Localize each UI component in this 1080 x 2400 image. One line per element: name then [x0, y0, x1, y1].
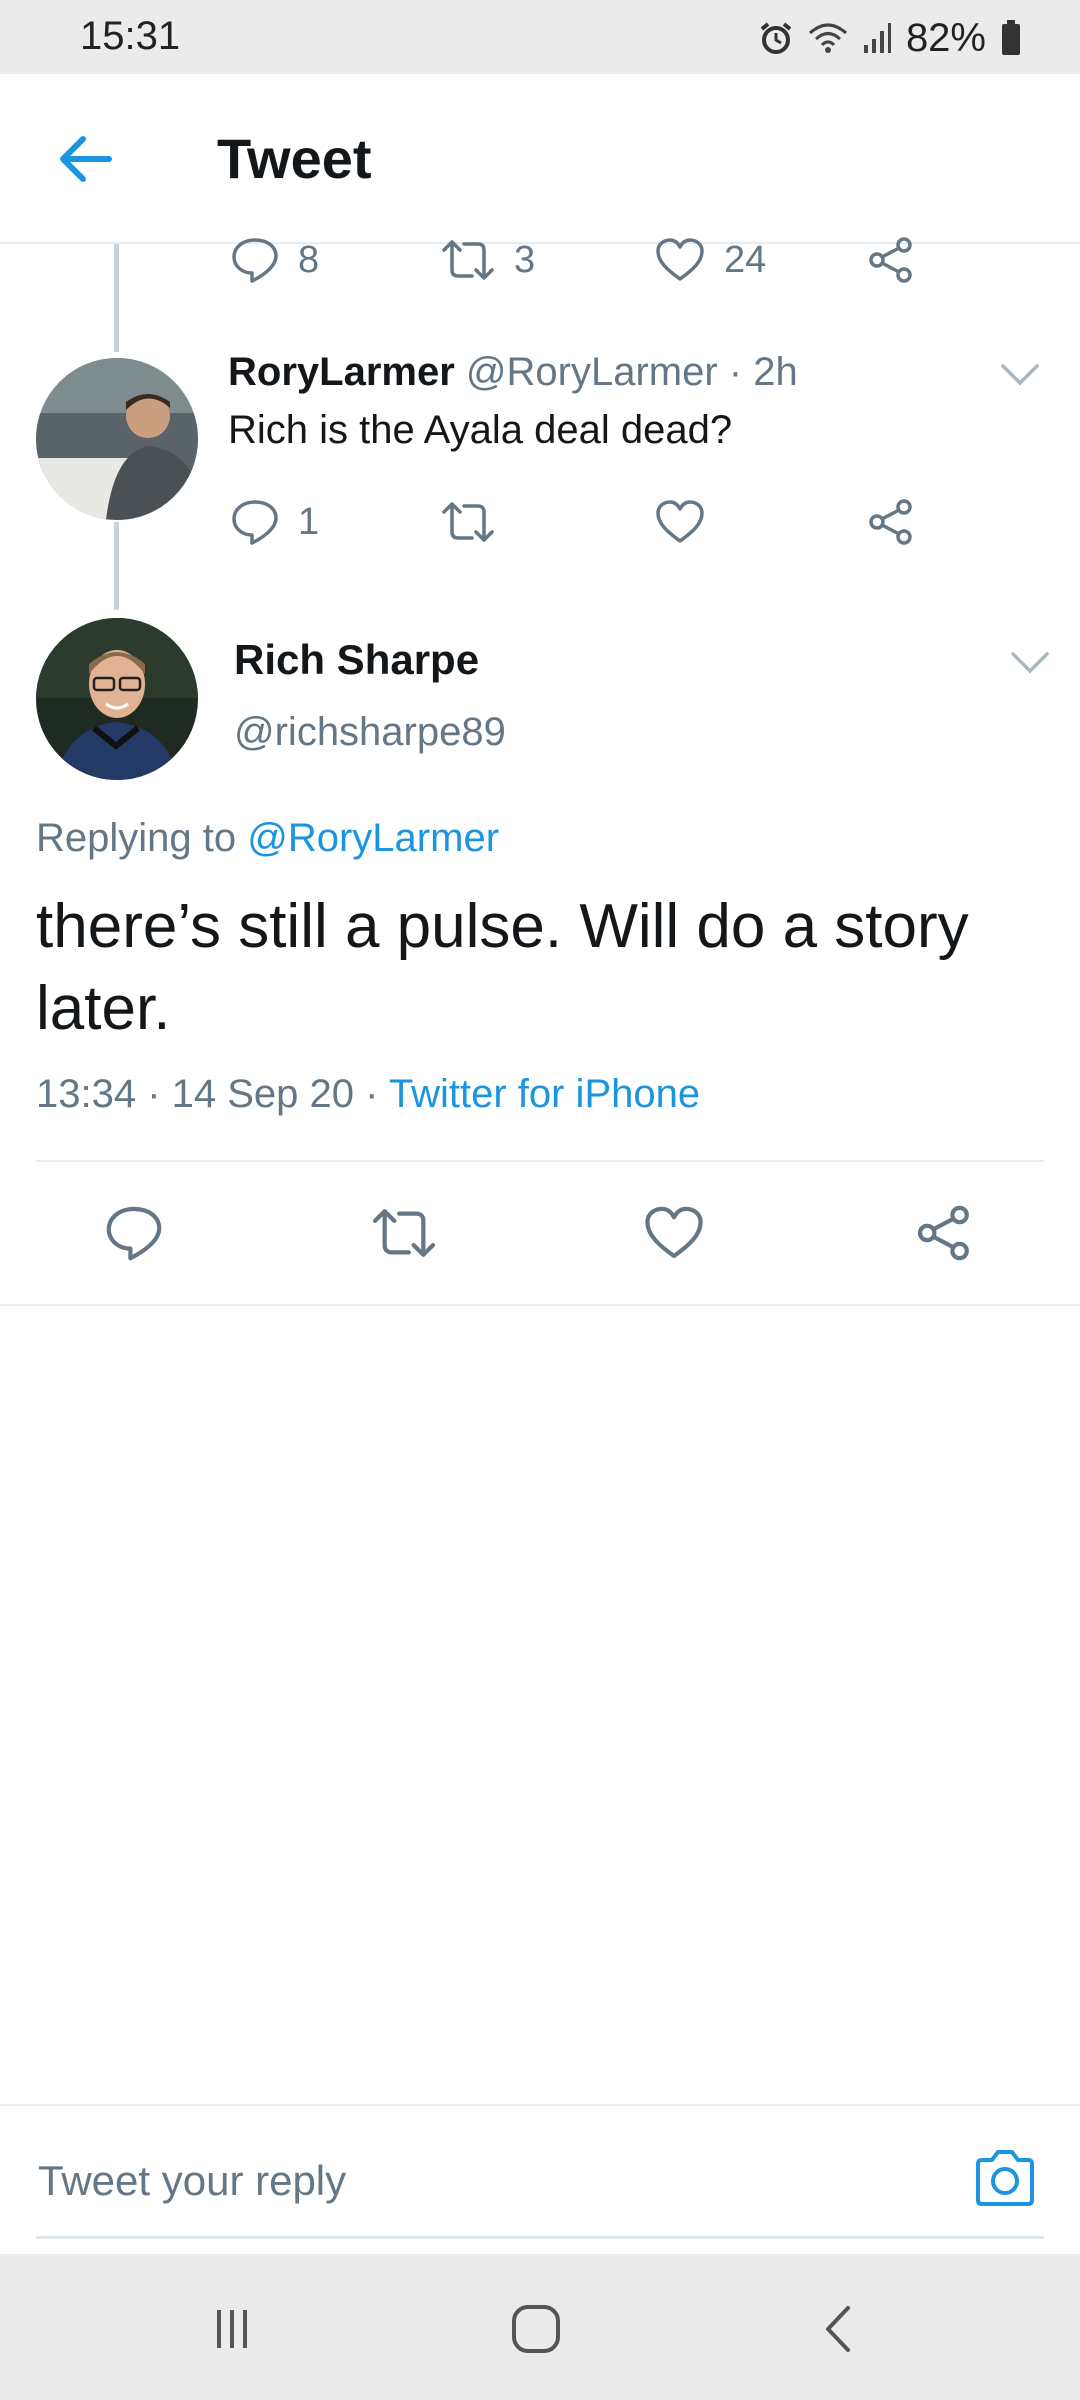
tweet-text: Rich is the Ayala deal dead? [228, 408, 733, 452]
reply-input[interactable] [36, 2140, 940, 2222]
author-handle[interactable]: @RoryLarmer [466, 350, 718, 394]
signal-icon [862, 21, 892, 55]
replying-to-link[interactable]: @RoryLarmer [247, 816, 499, 860]
tweet-timestamp: 13:34 · 14 Sep 20 · [36, 1072, 379, 1116]
camera-icon [976, 2150, 1034, 2206]
previous-tweet-actions: 8 3 24 [230, 236, 930, 292]
back-button[interactable] [50, 124, 120, 194]
recent-apps-button[interactable] [192, 2294, 272, 2364]
like-icon [656, 500, 704, 543]
alarm-icon [758, 20, 794, 56]
share-icon [869, 499, 912, 545]
back-nav-button[interactable] [798, 2294, 878, 2364]
status-time: 15:31 [80, 14, 181, 58]
tweet-time: · 2h [728, 350, 798, 394]
avatar-image [36, 358, 198, 520]
replying-to: Replying to @RoryLarmer [36, 816, 499, 861]
like-button[interactable] [642, 1204, 706, 1262]
retweet-icon [442, 240, 494, 280]
replying-prefix: Replying to [36, 816, 237, 860]
battery-percent: 82% [905, 15, 986, 60]
thread-line [114, 522, 119, 610]
reply-button[interactable] [104, 1204, 164, 1262]
reply-count: 8 [298, 238, 320, 281]
like-button[interactable] [654, 498, 706, 546]
chevron-down-icon [1001, 364, 1039, 386]
reply-icon [232, 500, 278, 545]
recent-apps-icon [217, 2310, 247, 2348]
chevron-down-icon [1011, 652, 1049, 674]
avatar[interactable] [36, 618, 198, 780]
reply-button[interactable]: 1 [230, 498, 319, 546]
back-arrow-icon [60, 136, 112, 182]
camera-button[interactable] [972, 2148, 1042, 2218]
share-button[interactable] [866, 498, 916, 546]
like-button[interactable]: 24 [654, 236, 766, 284]
divider [36, 1160, 1044, 1162]
page-title: Tweet [217, 127, 372, 190]
like-count: 24 [724, 238, 767, 281]
reply-button[interactable]: 8 [230, 236, 319, 284]
like-icon [656, 238, 704, 281]
thread-line [114, 244, 119, 352]
retweet-button[interactable]: 3 [440, 236, 535, 284]
reply-count: 1 [298, 500, 320, 543]
reply-tweet-actions: 1 [230, 498, 930, 554]
home-icon [512, 2305, 560, 2353]
tweet-menu-button[interactable] [1000, 362, 1040, 393]
retweet-count: 3 [514, 238, 536, 281]
reply-icon [232, 238, 278, 283]
share-button[interactable] [866, 236, 916, 284]
share-button[interactable] [914, 1204, 974, 1262]
home-button[interactable] [496, 2294, 576, 2364]
back-nav-icon [826, 2306, 850, 2352]
avatar-image [36, 618, 198, 780]
reply-input-underline [36, 2236, 1044, 2239]
share-icon [917, 1205, 969, 1261]
divider [0, 1304, 1080, 1306]
status-icons: 82% [758, 14, 1022, 62]
share-icon [869, 237, 912, 283]
retweet-icon [372, 1209, 436, 1257]
tweet-meta: 13:34 · 14 Sep 20 · Twitter for iPhone [36, 1072, 700, 1117]
author-name[interactable]: RoryLarmer [228, 350, 455, 394]
reply-icon [106, 1206, 162, 1261]
avatar[interactable] [36, 358, 198, 520]
battery-icon [1000, 20, 1022, 56]
retweet-button[interactable] [370, 1204, 438, 1262]
author-handle[interactable]: @richsharpe89 [234, 710, 506, 755]
wifi-icon [808, 21, 848, 55]
tweet-source[interactable]: Twitter for iPhone [389, 1072, 700, 1116]
author-name[interactable]: Rich Sharpe [234, 636, 479, 684]
retweet-button[interactable] [440, 498, 496, 546]
reply-tweet-header: RoryLarmer @RoryLarmer · 2h [228, 350, 798, 395]
like-icon [645, 1206, 703, 1259]
top-bar: Tweet [0, 74, 1080, 244]
retweet-icon [442, 502, 494, 542]
tweet-menu-button[interactable] [1010, 650, 1050, 681]
tweet-text: there’s still a pulse. Will do a story l… [36, 892, 969, 1043]
